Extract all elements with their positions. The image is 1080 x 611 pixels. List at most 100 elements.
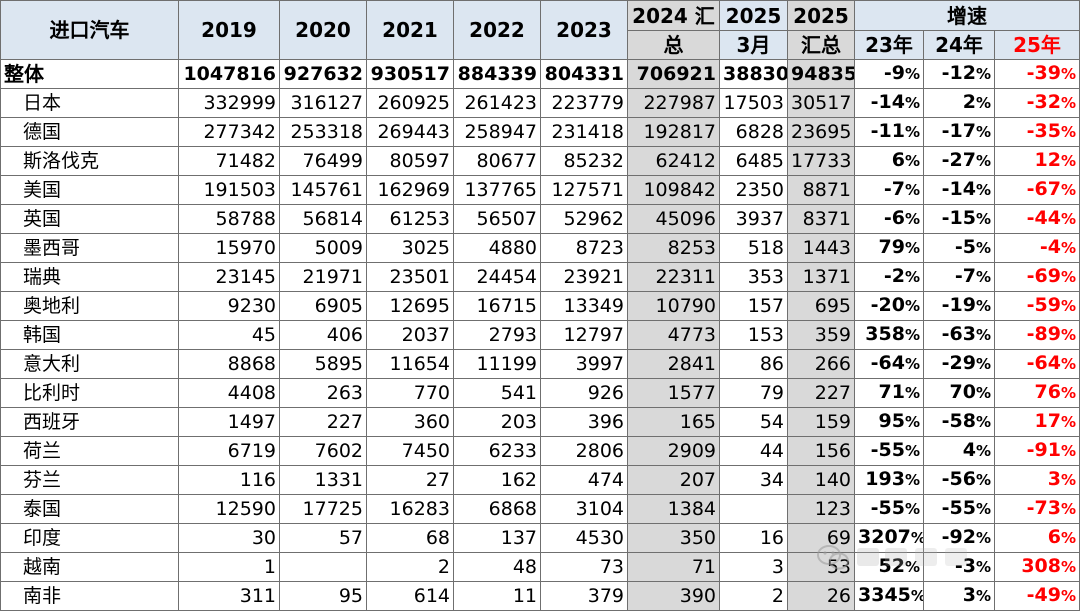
value-2021: 360 bbox=[366, 407, 454, 437]
value-2025-total: 30517 bbox=[787, 88, 855, 118]
country-name: 美国 bbox=[0, 175, 179, 205]
growth-23: -20% bbox=[854, 291, 924, 321]
value-2020: 6905 bbox=[279, 291, 367, 321]
value-2024-total: 2841 bbox=[627, 349, 720, 379]
growth-24: -29% bbox=[923, 349, 995, 379]
growth-25: -39% bbox=[993, 59, 1080, 89]
header-growth: 增速 bbox=[853, 0, 1080, 31]
value-2023: 3104 bbox=[540, 494, 628, 524]
table-row: 美国 191503 145761 162969 137765 127571 109842 23… bbox=[0, 175, 1080, 205]
growth-23: 358% bbox=[854, 320, 924, 350]
value-2025-total: 94835 bbox=[787, 59, 855, 89]
value-2022: 261423 bbox=[453, 88, 541, 118]
import-car-table: 进口汽车 2019 2020 2021 2022 2023 2024 汇 202… bbox=[0, 0, 1080, 611]
table-row: 墨西哥 15970 5009 3025 4880 8723 8253 518 1443 79% -5… bbox=[0, 233, 1080, 263]
country-name: 瑞典 bbox=[0, 262, 179, 292]
value-2023: 13349 bbox=[540, 291, 628, 321]
value-2023: 2806 bbox=[540, 436, 628, 466]
growth-24: -56% bbox=[923, 465, 995, 495]
growth-24: -27% bbox=[923, 146, 995, 176]
table-row: 泰国 12590 17725 16283 6868 3104 1384 123 -55% -55%… bbox=[0, 494, 1080, 524]
header-growth-23: 23年 bbox=[854, 30, 924, 60]
growth-24: -5% bbox=[923, 233, 995, 263]
value-2024-total: 165 bbox=[627, 407, 720, 437]
table-row: 日本 332999 316127 260925 261423 223779 227987 17… bbox=[0, 88, 1080, 118]
header-2025-march-line1: 2025 bbox=[719, 0, 788, 31]
value-2019: 8868 bbox=[178, 349, 280, 379]
value-2019: 332999 bbox=[178, 88, 280, 118]
growth-23: -9% bbox=[854, 59, 924, 89]
value-2023: 223779 bbox=[540, 88, 628, 118]
table-row: 意大利 8868 5895 11654 11199 3997 2841 86 266 -64% -2… bbox=[0, 349, 1080, 379]
value-2025-march: 6485 bbox=[719, 146, 788, 176]
value-2020: 5009 bbox=[279, 233, 367, 263]
growth-24: -15% bbox=[923, 204, 995, 234]
country-name: 奥地利 bbox=[0, 291, 179, 321]
value-2019: 45 bbox=[178, 320, 280, 350]
growth-23: 71% bbox=[854, 378, 924, 408]
value-2025-total: 123 bbox=[787, 494, 855, 524]
value-2022: 11 bbox=[453, 581, 541, 611]
value-2023: 379 bbox=[540, 581, 628, 611]
value-2024-total: 10790 bbox=[627, 291, 720, 321]
value-2025-total: 53 bbox=[787, 552, 855, 582]
table-row: 荷兰 6719 7602 7450 6233 2806 2909 44 156 -55% 4% -91… bbox=[0, 436, 1080, 466]
value-2025-march: 2350 bbox=[719, 175, 788, 205]
country-name: 意大利 bbox=[0, 349, 179, 379]
country-name: 韩国 bbox=[0, 320, 179, 350]
growth-25: -67% bbox=[993, 175, 1080, 205]
value-2021: 11654 bbox=[366, 349, 454, 379]
value-2025-total: 695 bbox=[787, 291, 855, 321]
growth-25: -73% bbox=[993, 494, 1080, 524]
value-2025-march: 2 bbox=[719, 581, 788, 611]
value-2025-total: 26 bbox=[787, 581, 855, 611]
value-2019: 71482 bbox=[178, 146, 280, 176]
value-2022: 6868 bbox=[453, 494, 541, 524]
value-2022: 137 bbox=[453, 523, 541, 553]
value-2024-total: 350 bbox=[627, 523, 720, 553]
growth-23: -7% bbox=[854, 175, 924, 205]
value-2019: 15970 bbox=[178, 233, 280, 263]
country-name: 泰国 bbox=[0, 494, 179, 524]
value-2025-march: 44 bbox=[719, 436, 788, 466]
value-2025-total: 8371 bbox=[787, 204, 855, 234]
value-2022: 2793 bbox=[453, 320, 541, 350]
value-2025-total: 1443 bbox=[787, 233, 855, 263]
value-2023: 23921 bbox=[540, 262, 628, 292]
value-2023: 3997 bbox=[540, 349, 628, 379]
country-name: 比利时 bbox=[0, 378, 179, 408]
value-2022: 162 bbox=[453, 465, 541, 495]
header-2020: 2020 bbox=[279, 0, 367, 60]
table-row: 奥地利 9230 6905 12695 16715 13349 10790 157 695 -20… bbox=[0, 291, 1080, 321]
growth-25: -59% bbox=[993, 291, 1080, 321]
value-2022: 4880 bbox=[453, 233, 541, 263]
value-2019: 1497 bbox=[178, 407, 280, 437]
value-2022: 48 bbox=[453, 552, 541, 582]
growth-25: -91% bbox=[993, 436, 1080, 466]
header-2024-total-line2: 总 bbox=[627, 30, 720, 60]
value-2025-march: 6828 bbox=[719, 117, 788, 147]
growth-25: -89% bbox=[993, 320, 1080, 350]
header-2025-total-line2: 汇总 bbox=[787, 30, 855, 60]
growth-23: 79% bbox=[854, 233, 924, 263]
value-2025-march: 38830 bbox=[719, 59, 788, 89]
table-row: 越南 1 2 48 73 71 3 53 52% -3% 308% bbox=[0, 552, 1080, 582]
value-2020: 57 bbox=[279, 523, 367, 553]
value-2020: 406 bbox=[279, 320, 367, 350]
value-2025-total: 227 bbox=[787, 378, 855, 408]
country-name: 斯洛伐克 bbox=[0, 146, 179, 176]
value-2019: 1 bbox=[178, 552, 280, 582]
table-row: 芬兰 116 1331 27 162 474 207 34 140 193% -56% 3% bbox=[0, 465, 1080, 495]
value-2021: 930517 bbox=[366, 59, 454, 89]
value-2025-march: 16 bbox=[719, 523, 788, 553]
value-2021: 7450 bbox=[366, 436, 454, 466]
value-2024-total: 706921 bbox=[627, 59, 720, 89]
value-2019: 58788 bbox=[178, 204, 280, 234]
value-2021: 80597 bbox=[366, 146, 454, 176]
value-2023: 4530 bbox=[540, 523, 628, 553]
growth-23: -2% bbox=[854, 262, 924, 292]
value-2023: 396 bbox=[540, 407, 628, 437]
table-row: 西班牙 1497 227 360 203 396 165 54 159 95% -58% 17% bbox=[0, 407, 1080, 437]
value-2021: 3025 bbox=[366, 233, 454, 263]
value-2022: 16715 bbox=[453, 291, 541, 321]
